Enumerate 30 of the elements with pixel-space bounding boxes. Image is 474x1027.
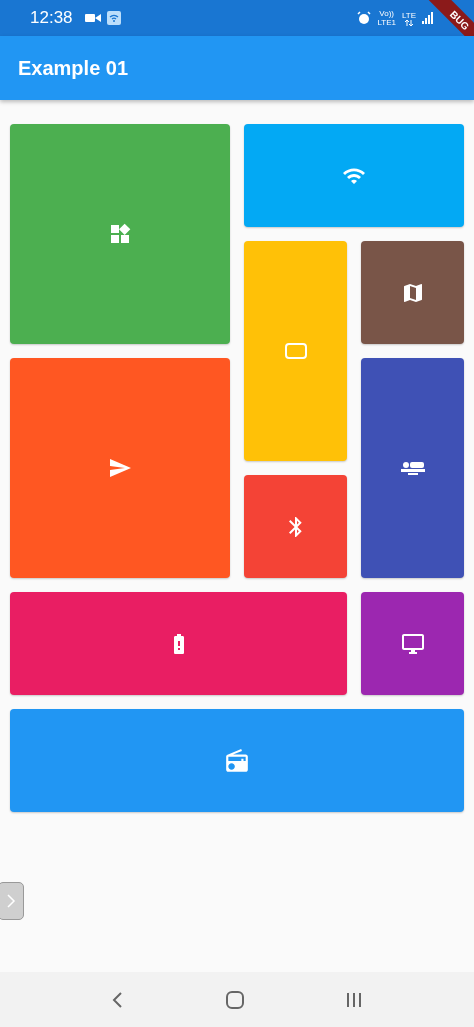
color-tile[interactable] [244,241,347,461]
rounded-rectangle-icon [283,341,308,361]
video-camera-icon [84,12,101,24]
color-tile[interactable] [361,358,464,578]
volte-label: Vo)) [379,9,394,18]
color-tile[interactable] [10,124,230,344]
recent-apps-icon[interactable] [345,991,363,1008]
color-tile[interactable] [10,592,347,695]
back-icon[interactable] [111,990,125,1009]
monitor-icon [399,631,426,656]
home-icon[interactable] [225,989,245,1010]
color-tile[interactable] [361,241,464,344]
widgets-icon [108,222,132,246]
color-tile[interactable] [361,592,464,695]
color-tile[interactable] [244,124,464,227]
wifi-icon [106,11,121,25]
radio-icon [224,747,250,774]
clock-time: 12:38 [30,8,73,28]
color-tile[interactable] [244,475,347,578]
color-tile[interactable] [10,709,464,812]
color-tile[interactable] [10,358,230,578]
lte1-label: LTE1 [377,18,396,27]
lte-label: LTE [401,10,416,20]
signal-icon [422,12,434,24]
chevron-right-icon [6,894,16,908]
expand-handle-button[interactable] [0,882,24,920]
app-bar-title: Example 01 [18,56,129,80]
alarm-icon [357,11,372,25]
send-icon [107,456,133,480]
data-arrows-icon [403,19,414,26]
